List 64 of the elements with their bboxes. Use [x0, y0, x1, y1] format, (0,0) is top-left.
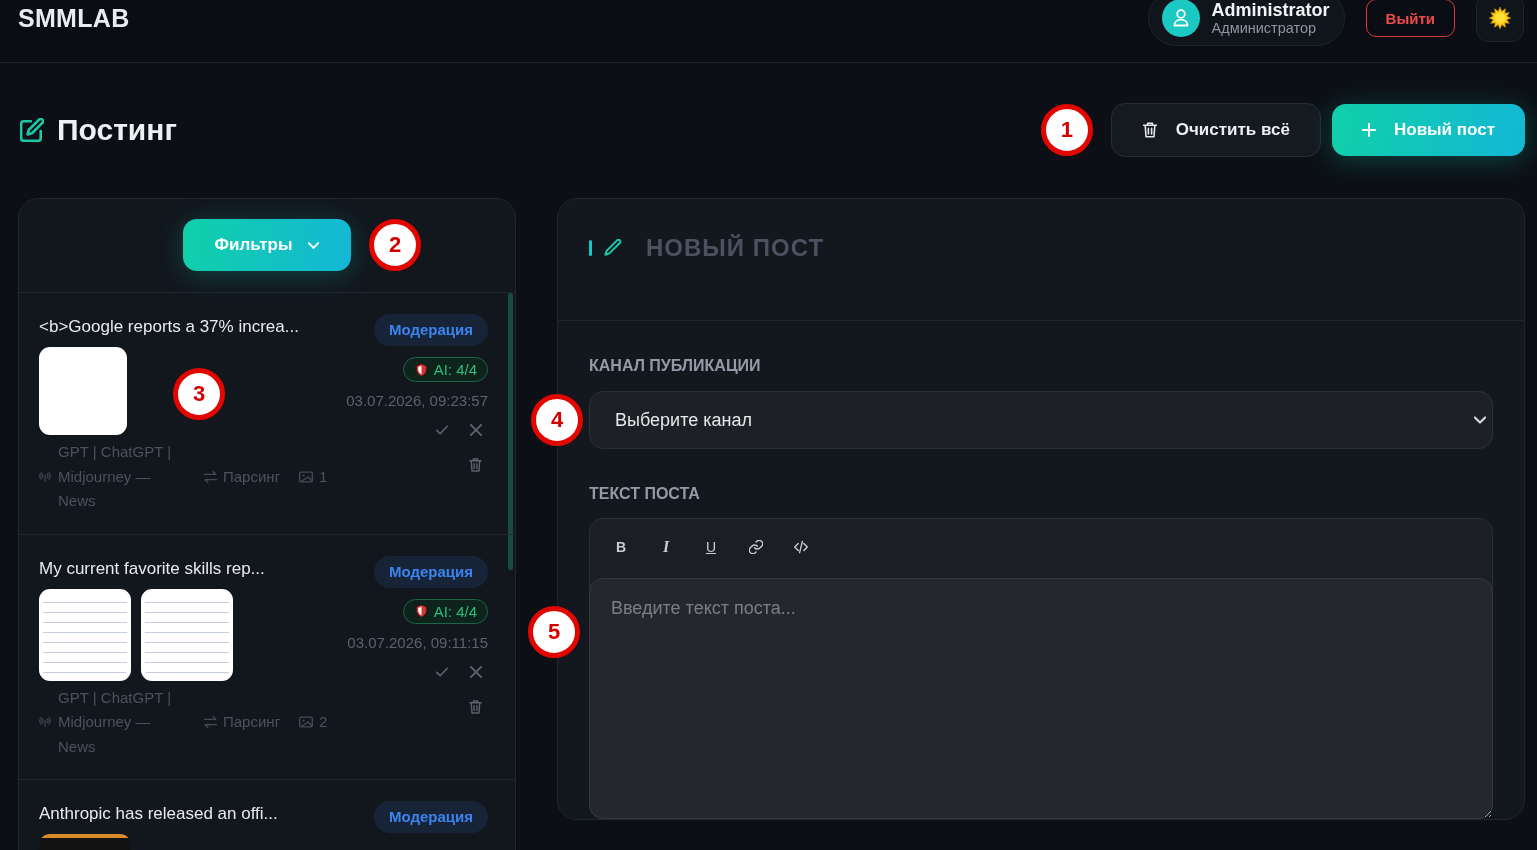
shield-icon: [415, 604, 427, 618]
scrollbar-thumb[interactable]: [508, 293, 513, 570]
field-label: ТЕКСТ ПОСТА: [589, 485, 701, 503]
bold-button[interactable]: B: [611, 532, 631, 562]
channel-name: GPT | ChatGPT | Midjourney — News: [58, 442, 173, 511]
document-thumbnail[interactable]: [39, 588, 131, 681]
post-text-field[interactable]: Введите текст поста...: [589, 578, 1493, 819]
edit-icon: [20, 118, 44, 142]
sun-icon: [1489, 7, 1511, 29]
source-label: Парсинг: [223, 712, 281, 732]
image-icon: [299, 470, 314, 483]
channel-select[interactable]: Выберите канал: [589, 391, 1493, 449]
user-name: Administrator: [1211, 0, 1330, 20]
clear-all-button[interactable]: Очистить всё: [1110, 103, 1321, 157]
swap-icon: [203, 716, 218, 729]
status-badge: Модерация: [373, 555, 488, 588]
code-icon: [794, 540, 808, 554]
plus-icon: [1362, 123, 1376, 137]
field-label: КАНАЛ ПУБЛИКАЦИИ: [589, 357, 762, 375]
document-thumbnail[interactable]: [141, 588, 233, 681]
trash-icon[interactable]: [469, 458, 482, 472]
post-date: 03.07.2026, 09:23:57: [346, 392, 488, 410]
italic-button[interactable]: I: [656, 532, 676, 562]
antenna-icon: [39, 716, 51, 729]
post-title[interactable]: <b>Google reports a 37% increa...: [39, 317, 335, 337]
antenna-icon: [39, 470, 51, 483]
callout-marker: 4: [531, 394, 583, 446]
close-icon[interactable]: [470, 424, 482, 436]
post-title[interactable]: Anthropic has released an offi...: [39, 804, 362, 824]
close-icon[interactable]: [470, 665, 482, 678]
check-icon[interactable]: [436, 665, 448, 678]
user-avatar-icon: [1161, 0, 1200, 37]
swap-icon: [203, 470, 218, 483]
pencil-icon: [604, 239, 622, 257]
callout-marker: 3: [173, 368, 225, 420]
check-icon[interactable]: [436, 424, 448, 436]
image-count: 2: [319, 712, 328, 732]
shield-icon: [415, 362, 427, 377]
callout-marker: 2: [369, 219, 421, 271]
chevron-down-icon: [1474, 414, 1486, 426]
image-icon: [299, 716, 314, 729]
page-title: Постинг: [57, 113, 177, 147]
image-count: 1: [319, 466, 328, 487]
ai-score: AI: 4/4: [433, 361, 477, 378]
user-profile[interactable]: Administrator Администратор: [1147, 0, 1345, 46]
channel-name: GPT | ChatGPT | Midjourney — News: [58, 687, 173, 757]
status-badge: Модерация: [373, 314, 488, 346]
callout-marker: 5: [528, 606, 580, 658]
user-role: Администратор: [1211, 19, 1318, 37]
status-badge: Модерация: [373, 801, 488, 833]
theme-toggle-button[interactable]: [1476, 0, 1524, 42]
trash-icon[interactable]: [469, 699, 482, 714]
app-logo: SMMLAB: [18, 3, 130, 33]
link-icon: [749, 540, 763, 554]
callout-marker: 1: [1040, 104, 1093, 156]
underline-button[interactable]: U: [701, 532, 721, 562]
post-date: 03.07.2026, 09:11:15: [347, 633, 488, 652]
accent-bar: [589, 240, 592, 256]
source-label: Парсинг: [223, 466, 281, 487]
post-title[interactable]: My current favorite skills rep...: [39, 558, 336, 579]
editor-title: НОВЫЙ ПОСТ: [646, 235, 825, 261]
image-thumbnail[interactable]: [39, 347, 127, 435]
ai-score: AI: 4/4: [433, 602, 477, 620]
trash-icon: [1141, 122, 1158, 138]
